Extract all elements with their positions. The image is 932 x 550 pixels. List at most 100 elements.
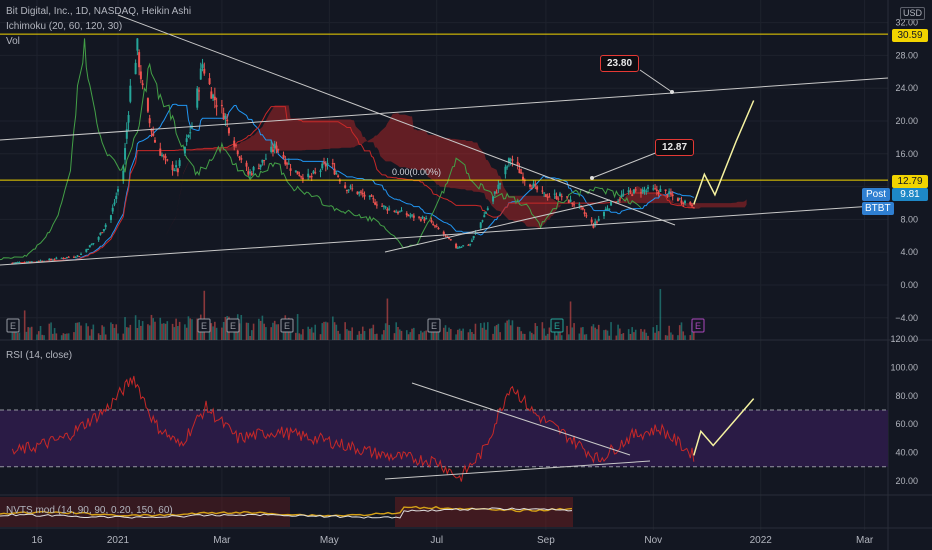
volume-bar bbox=[251, 330, 253, 340]
volume-bar bbox=[659, 289, 662, 340]
candle-body bbox=[617, 201, 620, 203]
candle-body bbox=[356, 191, 359, 195]
volume-bar bbox=[87, 326, 89, 340]
candle-body bbox=[467, 244, 470, 246]
volume-bar bbox=[122, 333, 125, 340]
volume-bar bbox=[615, 335, 618, 340]
volume-bar bbox=[36, 334, 38, 340]
volume-bar bbox=[73, 332, 75, 340]
volume-bar bbox=[101, 325, 103, 340]
volume-bar bbox=[388, 325, 390, 340]
volume-bar bbox=[175, 318, 177, 340]
volume-bar bbox=[298, 333, 301, 340]
volume-bar bbox=[680, 322, 683, 340]
candle-body bbox=[203, 68, 206, 74]
volume-bar bbox=[590, 326, 593, 340]
candle-body bbox=[458, 247, 461, 249]
earnings-letter: E bbox=[201, 321, 207, 331]
volume-bar bbox=[113, 327, 116, 340]
candle-body bbox=[245, 162, 248, 167]
candle-body bbox=[301, 177, 304, 180]
candle-body bbox=[161, 154, 164, 156]
volume-bar bbox=[548, 327, 551, 340]
candle-body bbox=[173, 169, 176, 171]
candle-body bbox=[65, 257, 68, 259]
candle-body bbox=[541, 190, 544, 192]
volume-bar bbox=[384, 323, 387, 340]
candle-body bbox=[641, 189, 644, 193]
candle-body bbox=[375, 204, 378, 206]
rsi-axis-label: 100.00 bbox=[890, 362, 918, 372]
candle-body bbox=[433, 225, 436, 227]
candle-body bbox=[676, 198, 679, 202]
target-low-callout[interactable]: 12.87 bbox=[655, 139, 695, 156]
symbol-legend[interactable]: Bit Digital, Inc., 1D, NASDAQ, Heikin As… bbox=[6, 6, 191, 17]
price-axis-label: 24.00 bbox=[895, 83, 918, 93]
volume-bar bbox=[432, 331, 434, 340]
candle-body bbox=[324, 164, 327, 167]
candle-body bbox=[238, 156, 241, 158]
candle-body bbox=[507, 158, 510, 163]
volume-bar bbox=[511, 320, 514, 340]
candle-body bbox=[446, 235, 449, 237]
volume-bar bbox=[104, 334, 107, 340]
target-high-callout[interactable]: 23.80 bbox=[600, 55, 640, 72]
volume-bar bbox=[504, 322, 507, 340]
candle-body bbox=[349, 186, 352, 188]
volume-bar bbox=[321, 323, 324, 340]
volume-bar bbox=[23, 310, 26, 340]
volume-bar bbox=[656, 324, 658, 340]
nvts-legend[interactable]: NVTS mod (14, 90, 90, 0.20, 150, 60) bbox=[6, 505, 173, 516]
time-axis-label: May bbox=[320, 535, 339, 546]
volume-bar bbox=[643, 329, 646, 340]
volume-bar bbox=[413, 327, 415, 340]
rsi-axis-label: 120.00 bbox=[890, 334, 918, 344]
candle-body bbox=[578, 204, 581, 206]
volume-bar bbox=[631, 327, 633, 340]
candle-body bbox=[448, 237, 451, 239]
volume-bar bbox=[347, 330, 350, 340]
candle-body bbox=[101, 232, 104, 234]
candle-body bbox=[634, 189, 637, 191]
candle-body bbox=[411, 214, 414, 216]
volume-bar bbox=[261, 315, 264, 340]
volume-bar bbox=[571, 327, 574, 340]
volume-bar bbox=[617, 324, 619, 340]
candle-body bbox=[129, 85, 132, 102]
volume-bar bbox=[652, 327, 655, 340]
volume-bar bbox=[37, 331, 40, 340]
volume-bar bbox=[531, 332, 533, 340]
candle-body bbox=[409, 215, 412, 217]
candle-body bbox=[294, 170, 297, 172]
currency-badge[interactable]: USD bbox=[900, 7, 926, 20]
candle-body bbox=[176, 168, 179, 173]
time-axis-label: 16 bbox=[31, 535, 43, 546]
earnings-letter: E bbox=[554, 321, 560, 331]
chart-canvas[interactable]: 0.00(0.00%) E E E E E E E32.0028.0024.0020.001… bbox=[0, 0, 932, 550]
candle-body bbox=[257, 168, 260, 170]
volume-bar bbox=[641, 331, 644, 340]
volume-bar bbox=[52, 333, 54, 340]
candle-body bbox=[189, 132, 192, 134]
candle-body bbox=[384, 206, 387, 208]
volume-bar bbox=[518, 326, 521, 340]
volume-bar bbox=[492, 333, 494, 340]
price-candles bbox=[11, 38, 695, 264]
volume-bar bbox=[543, 328, 545, 340]
volume-legend[interactable]: Vol bbox=[6, 36, 20, 47]
volume-bar bbox=[80, 325, 82, 340]
volume-bar bbox=[541, 322, 544, 340]
ichimoku-legend[interactable]: Ichimoku (20, 60, 120, 30) bbox=[6, 21, 122, 32]
candle-body bbox=[252, 167, 255, 171]
candle-body bbox=[492, 196, 495, 202]
rsi-legend[interactable]: RSI (14, close) bbox=[6, 350, 72, 361]
candle-body bbox=[442, 231, 445, 235]
volume-bar bbox=[495, 325, 498, 340]
volume-bar bbox=[164, 323, 167, 340]
candle-body bbox=[412, 215, 415, 218]
volume-bar bbox=[25, 331, 28, 340]
ticker-tag: BTBT bbox=[862, 202, 894, 215]
volume-bar bbox=[645, 332, 648, 340]
volume-bar bbox=[314, 324, 317, 340]
candle-body bbox=[240, 158, 243, 160]
